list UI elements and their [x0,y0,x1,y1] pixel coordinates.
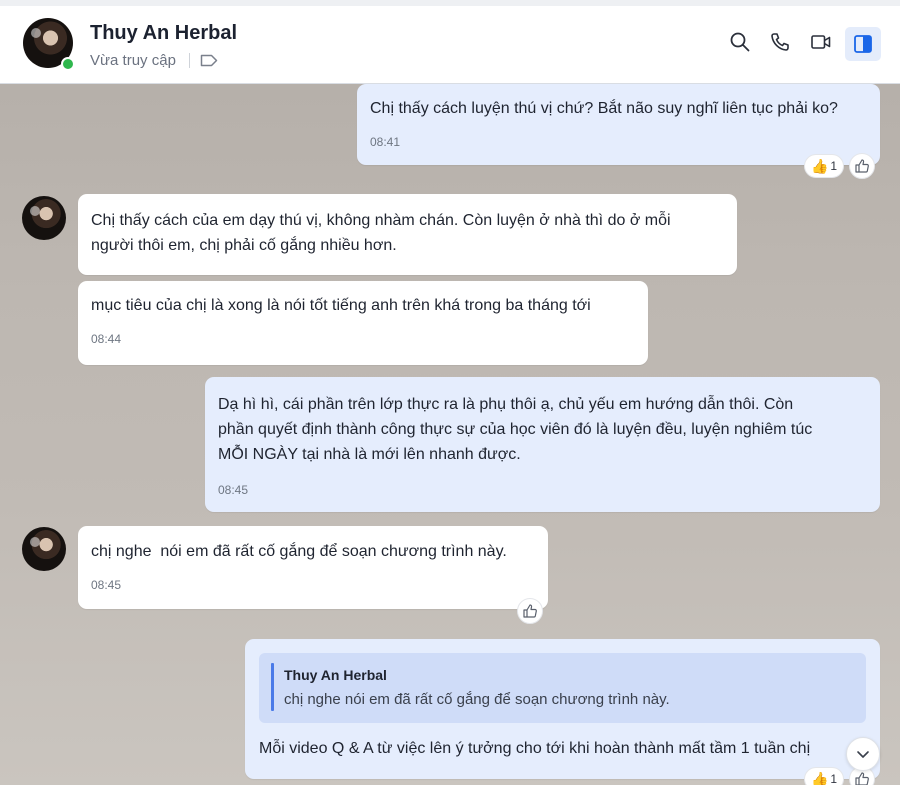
message-text: Chị thấy cách luyện thú vị chứ? Bắt não … [370,100,838,117]
chevron-down-icon [857,751,869,758]
reaction-badge[interactable]: 👍 1 [804,154,844,178]
voice-call-button[interactable] [765,27,795,57]
quoted-message[interactable]: Thuy An Herbal chị nghe nói em đã rất cố… [259,653,866,723]
message-text: mục tiêu của chị là xong là nói tốt tiến… [91,297,591,314]
message-bubble-incoming[interactable]: chị nghe nói em đã rất cố gắng để soạn c… [78,526,548,609]
last-seen-status: Vừa truy cập [90,52,176,69]
message-time: 08:44 [91,332,122,346]
quote-accent-bar [271,663,274,711]
thumbs-up-emoji-icon: 👍 [810,157,829,174]
message-list[interactable]: Chị thấy cách luyện thú vị chứ? Bắt não … [0,84,900,785]
reaction-count: 1 [830,772,838,785]
status-divider [189,53,190,68]
message-bubble-outgoing[interactable]: Chị thấy cách luyện thú vị chứ? Bắt não … [357,84,880,165]
message-text-line: người thôi em, chị phải cố gắng nhiều hơ… [91,237,397,254]
reaction-count: 1 [830,159,838,173]
search-button[interactable] [725,27,755,57]
conversation-info-toggle[interactable] [845,27,881,61]
message-time: 08:45 [218,483,249,497]
thumbs-up-icon [855,772,869,785]
message-bubble-outgoing[interactable]: Dạ hì hì, cái phần trên lớp thực ra là p… [205,377,880,512]
like-button[interactable] [849,153,875,179]
message-text: Mỗi video Q & A từ việc lên ý tưởng cho … [259,740,811,757]
video-call-icon [811,35,831,49]
top-strip [0,0,900,6]
online-status-dot [61,57,75,71]
message-text-line: Chị thấy cách của em dạy thú vị, không n… [91,212,671,229]
thumbs-up-icon [523,604,537,618]
sender-avatar[interactable] [22,527,66,571]
search-icon [730,32,750,52]
scroll-to-bottom-button[interactable] [846,737,880,771]
message-bubble-incoming[interactable]: Chị thấy cách của em dạy thú vị, không n… [78,194,737,275]
panel-toggle-icon [854,35,872,53]
thumbs-up-icon [855,159,869,173]
like-button[interactable] [517,598,543,624]
message-bubble-incoming[interactable]: mục tiêu của chị là xong là nói tốt tiến… [78,281,648,365]
quote-author: Thuy An Herbal [284,667,387,683]
message-time: 08:45 [91,578,122,592]
reaction-badge[interactable]: 👍 1 [804,767,844,785]
message-text: chị nghe nói em đã rất cố gắng để soạn c… [91,543,507,560]
message-time: 08:41 [370,135,401,149]
message-bubble-outgoing[interactable]: Thuy An Herbal chị nghe nói em đã rất cố… [245,639,880,779]
message-text-line: phần quyết định thành công thực sự của h… [218,421,813,438]
phone-icon [771,33,789,51]
tag-icon[interactable] [200,54,218,67]
chat-header: Thuy An Herbal Vừa truy cập [0,0,900,84]
message-text-line: Dạ hì hì, cái phần trên lớp thực ra là p… [218,396,794,413]
message-text-line: MỖI NGÀY tại nhà là mới lên nhanh được. [218,446,521,463]
sender-avatar[interactable] [22,196,66,240]
contact-name[interactable]: Thuy An Herbal [90,22,237,45]
thumbs-up-emoji-icon: 👍 [810,770,829,785]
quote-text: chị nghe nói em đã rất cố gắng để soạn c… [284,691,670,708]
video-call-button[interactable] [806,27,836,57]
